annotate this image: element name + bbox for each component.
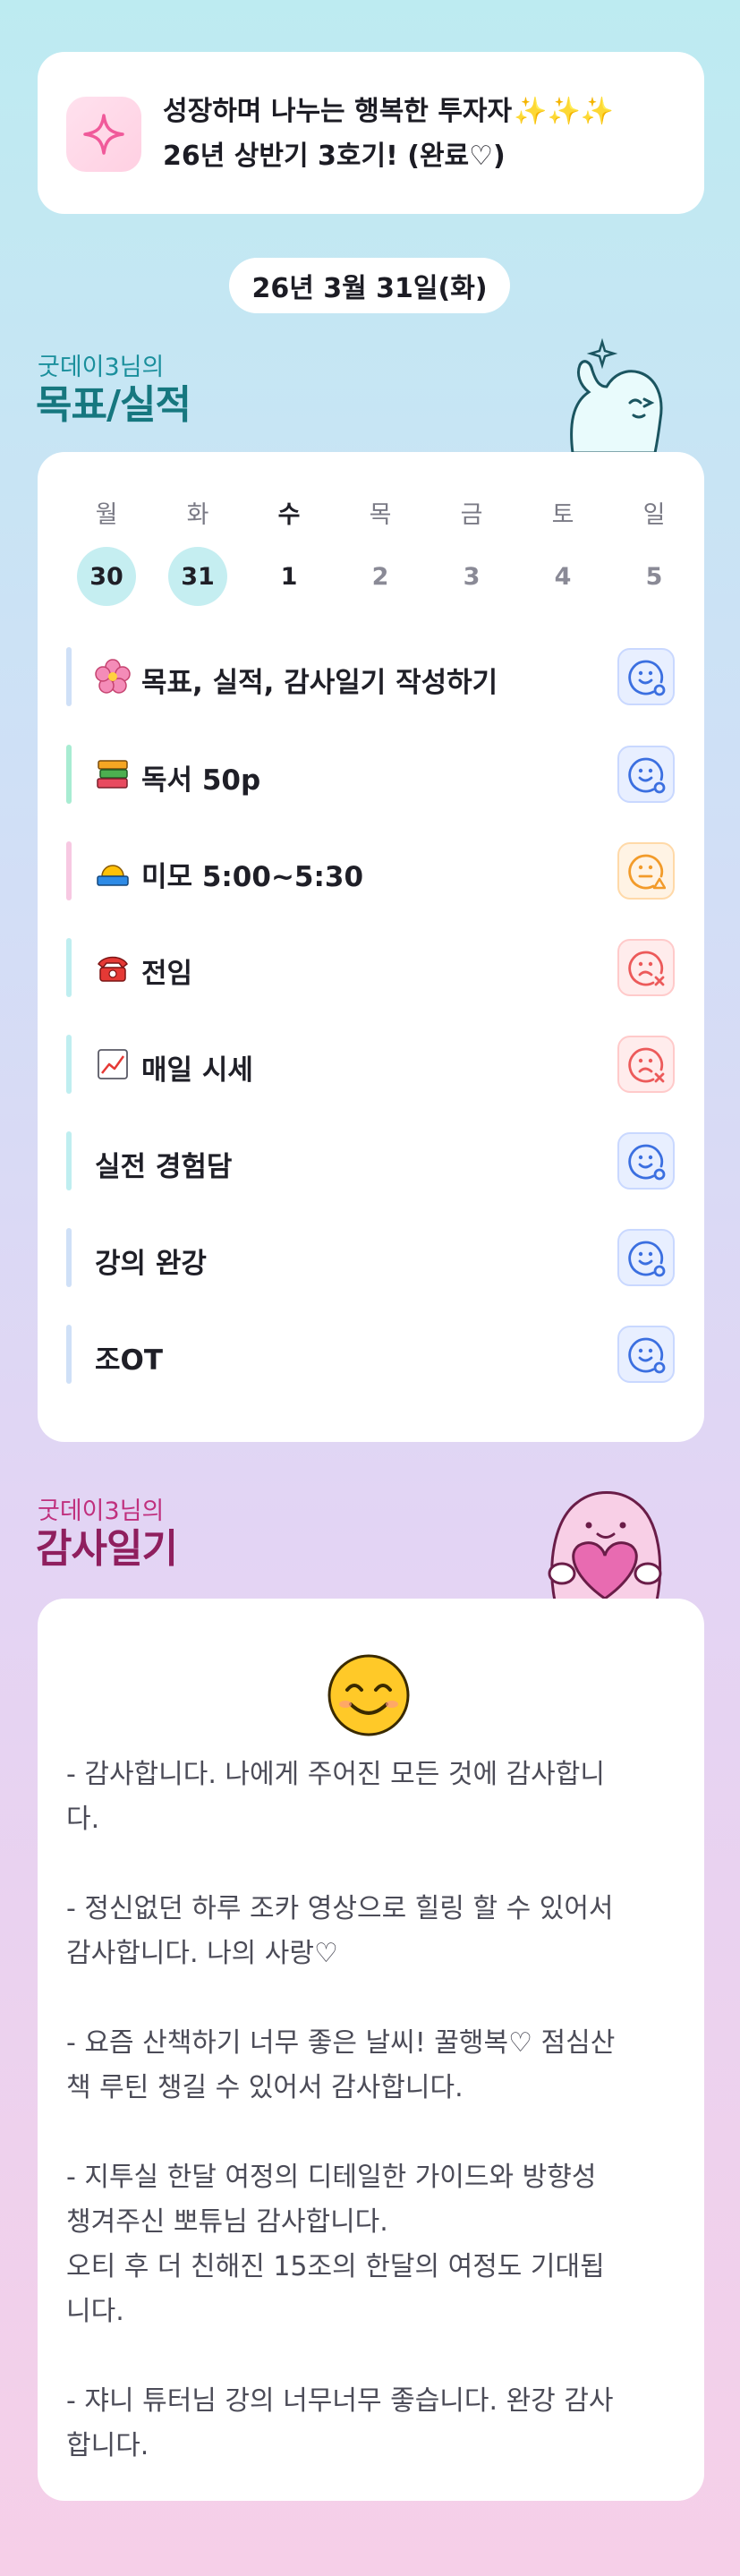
mascot-cheer-icon [570,338,663,453]
smile-good-icon [628,1144,666,1181]
goal-text: 전임 [141,958,193,990]
gratitude-line: 니다. [66,2296,124,2327]
goal-bar [66,647,72,706]
gratitude-line: 책 루틴 챙길 수 있어서 감사합니다. [66,2072,464,2103]
gratitude-line: 챙겨주신 뽀튜님 감사합니다. [66,2206,388,2238]
goal-bar [66,1035,72,1094]
date-tue[interactable]: 31 [168,547,227,606]
sparkle-icon [66,97,141,172]
date-pill[interactable]: 26년 3월 31일(화) [229,258,510,313]
status-good-button[interactable] [617,648,675,705]
books-icon [97,760,128,789]
frown-bad-icon [628,951,665,986]
gratitude-line: 다. [66,1804,100,1835]
gratitude-line: 합니다. [66,2430,149,2461]
smile-good-icon [628,757,666,794]
goal-text: 강의 완강 [95,1248,207,1280]
goal-item[interactable]: 실전 경험담 [66,1131,675,1190]
status-good-button[interactable] [617,1132,675,1190]
gratitude-line: - 쟈니 튜터님 강의 너무너무 좋습니다. 완강 감사 [66,2385,614,2417]
goals-section-title: 목표/실적 [36,382,191,428]
goal-bar [66,1228,72,1287]
gratitude-line: 감사합니다. 나의 사랑♡ [66,1938,338,1969]
status-good-button[interactable] [617,746,675,803]
status-bad-button[interactable] [617,939,675,996]
sunrise-icon [97,865,129,886]
smile-mid-icon [628,854,666,890]
gratitude-line: - 지투실 한달 여정의 디테일한 가이드와 방향성 [66,2162,597,2193]
goal-text: 실전 경험담 [95,1151,233,1183]
goal-item[interactable]: 미모 5:00~5:30 [66,841,675,900]
status-good-button[interactable] [617,1326,675,1383]
status-mid-button[interactable] [617,842,675,900]
weekday-sun: 일 [642,501,666,529]
date-fri[interactable]: 3 [442,547,501,606]
goal-bar [66,745,72,804]
smile-good-icon [628,660,666,696]
goal-text: 미모 5:00~5:30 [141,861,364,893]
weekday-wed: 수 [277,501,301,529]
mascot-heart-icon [548,1491,662,1600]
thanks-section-title: 감사일기 [36,1526,178,1572]
date-sun[interactable]: 5 [625,547,684,606]
date-wed[interactable]: 1 [259,547,319,606]
status-good-button[interactable] [617,1229,675,1286]
gratitude-line: - 정신없던 하루 조카 영상으로 힐링 할 수 있어서 [66,1893,614,1924]
weekday-thu: 목 [369,501,392,529]
goals-card: 월 화 수 목 금 토 일 30 31 1 2 3 4 5 목표, 실적, 감사… [38,452,704,1442]
goal-bar [66,1325,72,1384]
goal-text: 독서 50p [141,764,261,797]
chart-icon [98,1049,128,1079]
date-sat[interactable]: 4 [533,547,592,606]
goal-item[interactable]: 전임 [66,938,675,997]
goal-text: 조OT [95,1344,164,1377]
gratitude-line: - 감사합니다. 나에게 주어진 모든 것에 감사합니 [66,1759,605,1790]
frown-bad-icon [628,1047,665,1083]
goal-item[interactable]: 목표, 실적, 감사일기 작성하기 [66,647,675,706]
status-bad-button[interactable] [617,1036,675,1093]
header-line1: 성장하며 나누는 행복한 투자자 [163,96,513,127]
header-title: 성장하며 나누는 행복한 투자자✨✨✨ 26년 상반기 3호기! (완료♡) [163,90,691,179]
goal-bar [66,841,72,900]
smiling-face-icon [327,1654,410,1736]
header-card: 성장하며 나누는 행복한 투자자✨✨✨ 26년 상반기 3호기! (완료♡) [38,52,704,214]
smile-good-icon [628,1337,666,1374]
telephone-icon [98,956,128,982]
header-line2: 26년 상반기 3호기! (완료♡) [163,141,506,172]
goal-item[interactable]: 독서 50p [66,745,675,804]
sparkles-icon: ✨✨✨ [514,96,615,127]
smile-good-icon [628,1241,666,1277]
thanks-card: - 감사합니다. 나에게 주어진 모든 것에 감사합니 다. - 정신없던 하루… [38,1599,704,2501]
weekday-tue: 화 [186,501,209,529]
weekday-mon: 월 [95,501,118,529]
date-mon[interactable]: 30 [77,547,136,606]
gratitude-text: - 감사합니다. 나에게 주어진 모든 것에 감사합니 다. - 정신없던 하루… [66,1753,684,2469]
gratitude-line: 오티 후 더 친해진 15조의 한달의 여정도 기대됩 [66,2251,605,2282]
gratitude-line: - 요즘 산책하기 너무 좋은 날씨! 꿀행복♡ 점심산 [66,2027,616,2059]
flower-icon [95,659,131,694]
goal-item[interactable]: 강의 완강 [66,1228,675,1287]
weekday-sat: 토 [551,501,574,529]
goal-item[interactable]: 매일 시세 [66,1035,675,1094]
goal-item[interactable]: 조OT [66,1325,675,1384]
goal-bar [66,1131,72,1190]
goal-text: 목표, 실적, 감사일기 작성하기 [141,667,498,699]
date-thu[interactable]: 2 [351,547,410,606]
goal-text: 매일 시세 [141,1054,253,1087]
weekday-fri: 금 [460,501,483,529]
goal-bar [66,938,72,997]
